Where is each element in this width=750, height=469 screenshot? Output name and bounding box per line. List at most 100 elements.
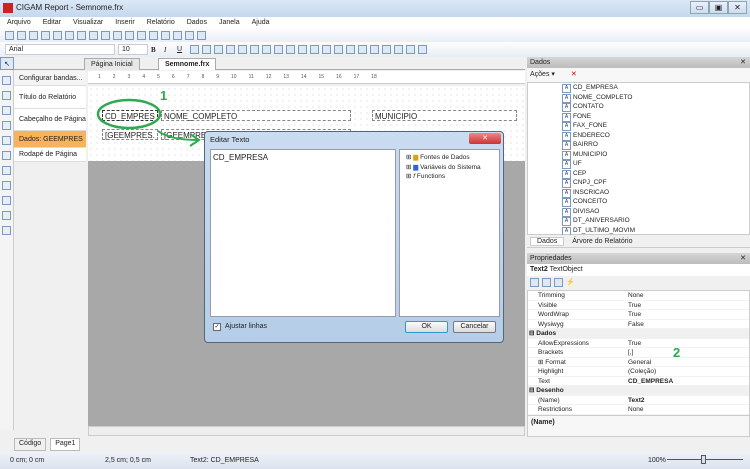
- property-value[interactable]: Text2: [628, 396, 645, 405]
- property-value[interactable]: False: [628, 320, 644, 329]
- border-all-icon[interactable]: [358, 45, 367, 54]
- band-cabecalho[interactable]: Cabeçalho de Página: [14, 109, 86, 131]
- align-center-icon[interactable]: [202, 45, 211, 54]
- page-icon[interactable]: [77, 31, 86, 40]
- border-bottom-icon[interactable]: [322, 45, 331, 54]
- minimize-button[interactable]: ▭: [690, 1, 709, 14]
- copy-icon[interactable]: [125, 31, 134, 40]
- property-value[interactable]: General: [628, 358, 651, 367]
- field-item[interactable]: FAX_FONE: [528, 121, 749, 131]
- paste-icon[interactable]: [137, 31, 146, 40]
- text-field-nome[interactable]: NOME_COMPLETO: [161, 110, 351, 121]
- valign-top-icon[interactable]: [238, 45, 247, 54]
- shape-icon[interactable]: [2, 181, 11, 190]
- new-icon[interactable]: [5, 31, 14, 40]
- property-row[interactable]: ⊞ Format General: [528, 358, 749, 367]
- pointer-tool-icon[interactable]: ↖: [0, 57, 14, 70]
- group-icon[interactable]: [185, 31, 194, 40]
- tab-arvore[interactable]: Árvore do Relatório: [572, 238, 632, 245]
- property-row[interactable]: WordWrap True: [528, 310, 749, 320]
- underline-button[interactable]: U: [177, 46, 187, 53]
- edit-icon[interactable]: [101, 31, 110, 40]
- property-value[interactable]: True: [628, 301, 641, 310]
- menu-janela[interactable]: Janela: [219, 17, 240, 28]
- line-style-icon[interactable]: [418, 45, 427, 54]
- property-row[interactable]: Restrictions None: [528, 405, 749, 415]
- align-left-icon[interactable]: [190, 45, 199, 54]
- menu-visualizar[interactable]: Visualizar: [73, 17, 103, 28]
- align-right-icon[interactable]: [214, 45, 223, 54]
- redo-icon[interactable]: [173, 31, 182, 40]
- property-row[interactable]: Highlight (Coleção): [528, 367, 749, 377]
- band-dados[interactable]: Dados: GEEMPRES: [14, 131, 86, 148]
- menu-inserir[interactable]: Inserir: [115, 17, 134, 28]
- border-right-icon[interactable]: [346, 45, 355, 54]
- property-row[interactable]: Text CD_EMPRESA: [528, 377, 749, 386]
- field-item[interactable]: CNPJ_CPF: [528, 178, 749, 188]
- close-button[interactable]: ✕: [728, 1, 747, 14]
- font-size-select[interactable]: 10: [118, 44, 148, 55]
- justify-icon[interactable]: [226, 45, 235, 54]
- checkbox-object-icon[interactable]: [2, 211, 11, 220]
- border-left-icon[interactable]: [334, 45, 343, 54]
- property-category[interactable]: ⊟ Desenho: [528, 386, 749, 396]
- valign-middle-icon[interactable]: [250, 45, 259, 54]
- field-item[interactable]: MUNICIPIO: [528, 150, 749, 159]
- configure-bands-button[interactable]: Configurar bandas...: [14, 71, 86, 86]
- field-item[interactable]: INSCRICAO: [528, 188, 749, 197]
- actions-dropdown[interactable]: Ações: [530, 71, 549, 78]
- text-field-municipio[interactable]: MUNICIPIO: [372, 110, 517, 121]
- panel-close-icon[interactable]: ✕: [740, 57, 746, 68]
- property-value[interactable]: [,]: [628, 348, 633, 357]
- object-selector[interactable]: Text2 TextObject: [527, 264, 750, 276]
- property-value[interactable]: True: [628, 339, 641, 348]
- subreport-icon[interactable]: [2, 121, 11, 130]
- picture-icon[interactable]: [2, 91, 11, 100]
- undo-icon[interactable]: [161, 31, 170, 40]
- band-icon[interactable]: [2, 106, 11, 115]
- menu-dados[interactable]: Dados: [187, 17, 207, 28]
- property-value[interactable]: None: [628, 405, 644, 414]
- cut-icon[interactable]: [113, 31, 122, 40]
- line-width-icon[interactable]: [406, 45, 415, 54]
- field-item[interactable]: FONE: [528, 112, 749, 121]
- property-row[interactable]: (Name) Text2: [528, 396, 749, 405]
- font-select[interactable]: Arial: [5, 44, 115, 55]
- horizontal-scrollbar[interactable]: [88, 426, 525, 436]
- tree-item-variaveis[interactable]: ⊞ ▆ Variáveis do Sistema: [406, 163, 499, 173]
- chart-icon[interactable]: [2, 166, 11, 175]
- property-category[interactable]: ⊟ Dados: [528, 329, 749, 339]
- maximize-button[interactable]: ▣: [709, 1, 728, 14]
- field-item[interactable]: DT_ULTIMO_MOVIM: [528, 226, 749, 235]
- bold-button[interactable]: B: [151, 46, 161, 54]
- tab-pagina-inicial[interactable]: Página Inicial: [84, 58, 140, 70]
- zoom-slider-thumb[interactable]: [701, 455, 706, 464]
- delete-page-icon[interactable]: [89, 31, 98, 40]
- text-editor[interactable]: CD_EMPRESA: [210, 149, 396, 317]
- ok-button[interactable]: OK: [405, 321, 448, 333]
- events-icon[interactable]: ⚡: [566, 278, 575, 288]
- field-item[interactable]: NOME_COMPLETO: [528, 93, 749, 102]
- highlight-icon[interactable]: [286, 45, 295, 54]
- field-item[interactable]: UF: [528, 159, 749, 169]
- wrap-checkbox[interactable]: ✓: [213, 323, 221, 331]
- field-item[interactable]: CONTATO: [528, 102, 749, 112]
- fill-color-icon[interactable]: [382, 45, 391, 54]
- properties-icon[interactable]: [554, 278, 563, 287]
- page-setup-icon[interactable]: [65, 31, 74, 40]
- menu-ajuda[interactable]: Ajuda: [252, 17, 270, 28]
- property-value[interactable]: (Coleção): [628, 367, 656, 376]
- italic-button[interactable]: I: [164, 46, 174, 54]
- line-color-icon[interactable]: [394, 45, 403, 54]
- border-top-icon[interactable]: [310, 45, 319, 54]
- table-icon[interactable]: [2, 136, 11, 145]
- band-titulo[interactable]: Título do Relatório: [14, 86, 86, 109]
- property-row[interactable]: AllowExpressions True: [528, 339, 749, 348]
- save-all-icon[interactable]: [41, 31, 50, 40]
- field-item[interactable]: CD_EMPRESA: [528, 83, 749, 93]
- menu-relatorio[interactable]: Relatório: [147, 17, 175, 28]
- border-none-icon[interactable]: [370, 45, 379, 54]
- field-item[interactable]: DT_ANIVERSARIO: [528, 216, 749, 226]
- property-row[interactable]: Visible True: [528, 301, 749, 310]
- property-value[interactable]: CD_EMPRESA: [628, 377, 673, 386]
